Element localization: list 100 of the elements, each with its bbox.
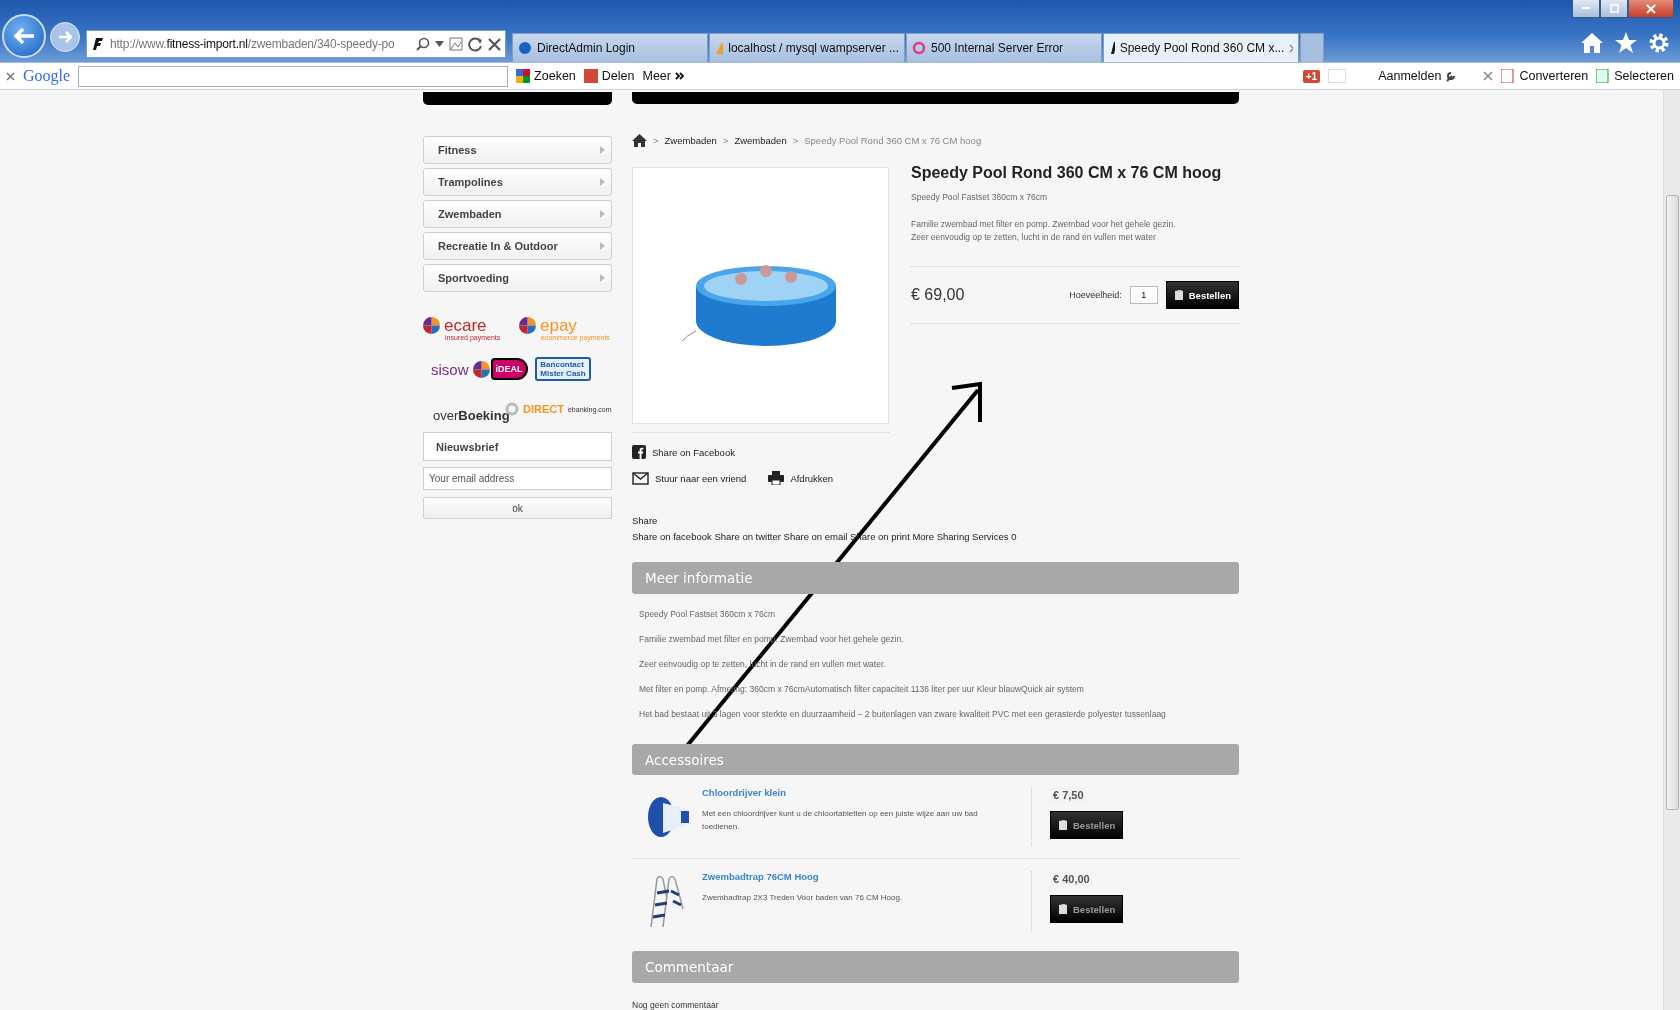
category-item[interactable]: Recreatie In & Outdoor [423,232,612,260]
star-icon[interactable] [1614,32,1638,54]
search-field[interactable] [78,65,509,87]
ok-button[interactable]: ok [423,497,612,519]
accessory-link[interactable]: Zwembadtrap 76CM Hoog [702,871,991,883]
close-icon[interactable] [1289,43,1293,53]
chevron-right-icon [600,274,605,282]
more-button[interactable]: Meer [642,69,685,83]
search-button[interactable]: Zoeken [516,69,576,83]
minimize-icon [1582,7,1590,10]
wrench-icon [1445,70,1458,82]
browser-tab[interactable]: Speedy Pool Rond 360 CM x... [1103,33,1299,62]
chevron-right-icon [600,242,605,250]
colored-squares-icon [516,69,531,83]
ideal-logo: iDEAL [490,358,528,380]
home-icon[interactable] [632,134,647,148]
pool-ladder-drawing [647,873,687,930]
accessory-price: € 7,50 [1050,787,1087,804]
logo-text: epay [540,317,577,334]
product-description: Familie zwembad met filter en pomp. Zwembad voor het gehele gezin. [911,218,1177,232]
chevron-right-icon [600,178,605,186]
category-item[interactable]: Zwembaden [423,200,612,228]
browser-tab[interactable]: DirectAdmin Login [512,33,708,62]
convert-button[interactable]: Converteren [1501,69,1589,83]
share-title: Share [632,515,659,527]
newsletter-title: Nieuwsbrief [423,432,612,461]
sail-icon [715,41,724,55]
no-comments-text: Nog geen commentaar [632,1000,720,1010]
close-icon [1646,3,1656,14]
bag-icon [1058,903,1068,916]
printer-icon [768,471,785,486]
bag-icon [1058,819,1068,832]
order-button[interactable]: Bestellen [1165,281,1239,310]
share-link[interactable]: Share on Facebook [632,445,735,460]
logo-text: DIRECT [523,403,564,415]
breadcrumb-link[interactable]: Zwembaden [664,135,717,147]
accessory-link[interactable]: Chloordrijver klein [702,787,991,799]
quad-circle-icon [519,317,536,334]
plus-one-button[interactable]: +1 [1302,69,1321,83]
refresh-icon[interactable] [468,36,483,52]
info-text: Speedy Pool Fastset 360cm x 76cm [638,608,777,619]
quad-circle-icon [472,360,490,378]
site-logo-icon [91,37,105,51]
accessory-description: Zwembadtrap 2X3 Treden Voor baden van 76 CM Hoog. [702,892,904,905]
section-header: Accessoires [632,743,1239,776]
address-bar[interactable]: http://www.fitness-import.nl/zwembaden/340-speedy-po [86,30,506,58]
search-icon[interactable] [416,37,430,51]
minimize-button[interactable] [1572,0,1600,18]
breadcrumb-link[interactable]: Zwembaden [734,135,787,147]
chevron-right-icon [600,210,605,218]
ring-icon [912,41,926,55]
scrollbar[interactable] [1663,90,1680,1010]
mail-icon [632,471,649,485]
dropdown-icon[interactable] [435,41,444,47]
restore-icon [1609,4,1619,13]
print-link[interactable]: Afdrukken [768,471,834,486]
close-icon[interactable] [6,71,15,81]
select-button[interactable]: Selecteren [1596,69,1674,83]
google-plus-icon [583,69,598,83]
share-button[interactable]: Delen [583,69,635,83]
breadcrumb-separator: > [722,135,729,147]
chevron-right-icon [600,146,605,154]
order-button[interactable]: Bestellen [1050,811,1124,840]
double-chevron-icon [674,72,685,80]
settings-icon[interactable] [1648,32,1670,54]
close-icon[interactable] [488,37,501,51]
facebook-icon [632,445,646,460]
product-subtitle: Speedy Pool Fastset 360cm x 76cm [911,192,1049,203]
sign-in-button[interactable]: Aanmelden [1378,69,1458,83]
email-field[interactable]: Your email address [423,467,612,490]
section-header: Meer informatie [632,562,1239,594]
category-item[interactable]: Sportvoeding [423,264,612,292]
breadcrumb-current: Speedy Pool Rond 360 CM x 76 CM hoog [804,135,982,147]
quad-circle-icon [423,317,440,334]
restore-button[interactable] [1600,0,1628,18]
pdf-icon [1501,69,1516,83]
category-item[interactable]: Fitness [423,136,612,164]
arrow-right-icon [58,31,72,43]
browser-tab[interactable]: localhost / mysql wampserver ... [709,33,905,62]
close-icon[interactable] [1483,71,1494,81]
breadcrumb-separator: > [792,135,799,147]
category-item[interactable]: Trampolines [423,168,612,196]
compatibility-icon[interactable] [449,37,463,51]
site-logo-icon [1109,41,1115,55]
quantity-field[interactable]: 1 [1129,286,1158,305]
send-link[interactable]: Stuur naar een vriend [632,471,747,486]
browser-tab[interactable]: 500 Internal Server Error [906,33,1102,62]
forward-button[interactable] [50,22,80,52]
logo-text: overBoeking [433,409,510,422]
logo-text: ecare [444,317,487,334]
bancontact-logo: Bancontact Mister Cash [535,357,591,381]
google-logo: Google [23,67,71,85]
order-button[interactable]: Bestellen [1050,895,1124,924]
accessory-price: € 40,00 [1050,871,1093,888]
back-button[interactable] [2,14,46,58]
scroll-thumb[interactable] [1665,195,1679,810]
arrow-left-icon [13,27,35,45]
close-button[interactable] [1628,0,1674,18]
logo-text: sisow [431,361,469,377]
section-header: Commentaar [632,951,1239,983]
